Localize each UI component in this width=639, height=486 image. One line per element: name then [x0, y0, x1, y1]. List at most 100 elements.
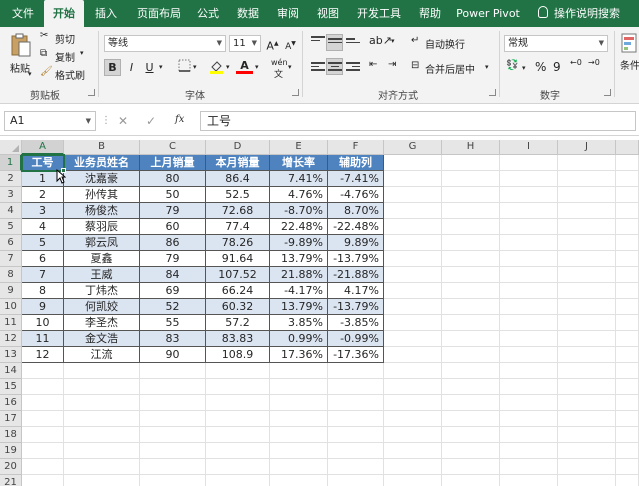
format-painter-button[interactable]: 格式刷 — [55, 67, 85, 82]
empty-cell[interactable] — [616, 363, 639, 379]
empty-cell[interactable] — [442, 411, 500, 427]
phonetic-dropdown-icon[interactable]: ▾ — [288, 63, 292, 71]
empty-cell[interactable] — [270, 459, 328, 475]
table-cell[interactable]: 蔡羽辰 — [64, 219, 140, 235]
paste-icon[interactable] — [10, 32, 32, 58]
empty-cell[interactable] — [500, 347, 558, 363]
table-cell[interactable]: 13.79% — [270, 299, 328, 315]
table-cell[interactable]: -8.70% — [270, 203, 328, 219]
empty-cell[interactable] — [328, 475, 384, 486]
row-header-8[interactable]: 8 — [0, 267, 22, 283]
merge-center-button[interactable]: 合并后居中 — [425, 61, 475, 76]
empty-cell[interactable] — [500, 331, 558, 347]
confirm-edit-button[interactable]: ✓ — [146, 114, 156, 128]
fill-color-dropdown-icon[interactable]: ▾ — [226, 63, 230, 71]
empty-cell[interactable] — [270, 427, 328, 443]
empty-cell[interactable] — [384, 187, 442, 203]
table-cell[interactable]: 8.70% — [328, 203, 384, 219]
merge-dropdown-icon[interactable]: ▾ — [485, 63, 489, 71]
column-header-j[interactable]: J — [558, 140, 616, 155]
empty-cell[interactable] — [140, 459, 206, 475]
table-cell[interactable]: 107.52 — [206, 267, 270, 283]
empty-cell[interactable] — [384, 475, 442, 486]
empty-cell[interactable] — [616, 187, 639, 203]
row-header-3[interactable]: 3 — [0, 187, 22, 203]
empty-cell[interactable] — [22, 427, 64, 443]
empty-cell[interactable] — [140, 475, 206, 486]
empty-cell[interactable] — [384, 459, 442, 475]
row-header-7[interactable]: 7 — [0, 251, 22, 267]
empty-cell[interactable] — [206, 411, 270, 427]
column-header-d[interactable]: D — [206, 140, 270, 155]
empty-cell[interactable] — [22, 411, 64, 427]
empty-cell[interactable] — [500, 187, 558, 203]
insert-function-button[interactable]: fx — [175, 114, 184, 125]
increase-indent-icon[interactable]: ⇥ — [388, 59, 396, 70]
empty-cell[interactable] — [500, 235, 558, 251]
table-cell[interactable]: 11 — [22, 331, 64, 347]
empty-cell[interactable] — [558, 395, 616, 411]
tab-help[interactable]: 帮助 — [412, 0, 448, 27]
empty-cell[interactable] — [558, 155, 616, 171]
orientation-icon[interactable]: ab↗ — [369, 34, 392, 47]
table-cell[interactable]: 6 — [22, 251, 64, 267]
empty-cell[interactable] — [384, 379, 442, 395]
table-cell[interactable]: -22.48% — [328, 219, 384, 235]
row-header-13[interactable]: 13 — [0, 347, 22, 363]
empty-cell[interactable] — [558, 347, 616, 363]
table-cell[interactable]: -13.79% — [328, 251, 384, 267]
empty-cell[interactable] — [442, 299, 500, 315]
font-launcher-icon[interactable] — [292, 89, 299, 96]
empty-cell[interactable] — [500, 267, 558, 283]
italic-button[interactable]: I — [123, 59, 140, 76]
merge-center-icon[interactable]: ⊟ — [411, 60, 419, 71]
align-top-icon[interactable] — [311, 36, 325, 47]
number-format-combo[interactable]: 常规 ▼ — [504, 35, 608, 52]
tab-insert[interactable]: 插入 — [86, 0, 126, 27]
table-cell[interactable]: -0.99% — [328, 331, 384, 347]
table-cell[interactable]: -4.76% — [328, 187, 384, 203]
empty-cell[interactable] — [22, 459, 64, 475]
tab-home[interactable]: 开始 — [44, 0, 84, 29]
column-header-a[interactable]: A — [22, 140, 64, 155]
table-cell[interactable]: 王威 — [64, 267, 140, 283]
empty-cell[interactable] — [384, 427, 442, 443]
empty-cell[interactable] — [384, 331, 442, 347]
row-header-1[interactable]: 1 — [0, 155, 22, 171]
table-cell[interactable]: 10 — [22, 315, 64, 331]
tab-power-pivot[interactable]: Power Pivot — [452, 0, 524, 27]
decrease-indent-icon[interactable]: ⇤ — [369, 59, 377, 70]
table-cell[interactable]: 3.85% — [270, 315, 328, 331]
table-cell[interactable]: 69 — [140, 283, 206, 299]
align-right-icon[interactable] — [346, 62, 360, 73]
table-cell[interactable]: 9.89% — [328, 235, 384, 251]
table-cell[interactable]: 沈嘉豪 — [64, 171, 140, 187]
table-header-cell[interactable]: 本月销量 — [206, 155, 270, 171]
table-cell[interactable]: 90 — [140, 347, 206, 363]
row-header-10[interactable]: 10 — [0, 299, 22, 315]
align-center-button[interactable] — [326, 58, 343, 75]
empty-cell[interactable] — [616, 411, 639, 427]
bold-button[interactable]: B — [104, 59, 121, 76]
empty-cell[interactable] — [270, 363, 328, 379]
empty-cell[interactable] — [270, 411, 328, 427]
table-cell[interactable]: -3.85% — [328, 315, 384, 331]
table-cell[interactable]: 57.2 — [206, 315, 270, 331]
empty-cell[interactable] — [328, 459, 384, 475]
underline-dropdown-icon[interactable]: ▾ — [159, 63, 163, 71]
empty-cell[interactable] — [270, 379, 328, 395]
empty-cell[interactable] — [558, 171, 616, 187]
empty-cell[interactable] — [500, 427, 558, 443]
increase-decimal-button[interactable]: ←0 — [570, 58, 582, 67]
table-cell[interactable]: 83.83 — [206, 331, 270, 347]
column-header-f[interactable]: F — [328, 140, 384, 155]
align-middle-button[interactable] — [326, 34, 343, 51]
empty-cell[interactable] — [500, 315, 558, 331]
row-header-16[interactable]: 16 — [0, 395, 22, 411]
empty-cell[interactable] — [442, 427, 500, 443]
empty-cell[interactable] — [500, 411, 558, 427]
empty-cell[interactable] — [558, 363, 616, 379]
empty-cell[interactable] — [384, 219, 442, 235]
empty-cell[interactable] — [384, 363, 442, 379]
tab-view[interactable]: 视图 — [310, 0, 346, 27]
